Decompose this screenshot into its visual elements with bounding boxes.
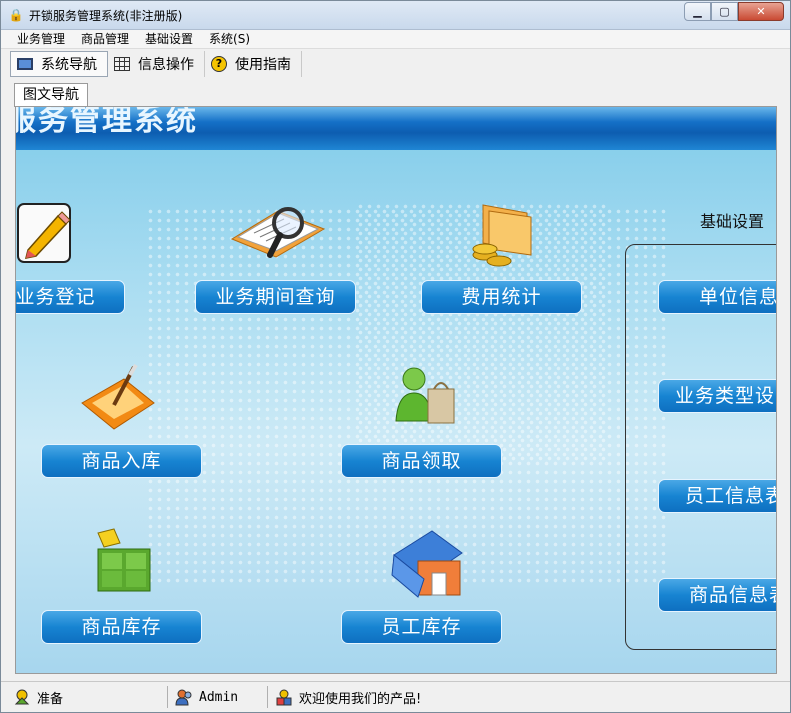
business-type-settings-button[interactable]: 业务类型设: [658, 379, 776, 413]
menu-business[interactable]: 业务管理: [9, 30, 73, 48]
user-icon: [175, 689, 192, 706]
business-register-button[interactable]: 业务登记: [16, 280, 125, 314]
menu-bar: 业务管理 商品管理 基础设置 系统(S): [1, 30, 790, 49]
edit-document-icon[interactable]: [15, 200, 76, 266]
status-separator: [167, 686, 168, 708]
staff-inventory-button[interactable]: 员工库存: [341, 610, 502, 644]
minimize-button[interactable]: ▁: [684, 2, 711, 21]
tab-graphic-nav[interactable]: 图文导航: [14, 83, 88, 107]
magnifier-report-icon[interactable]: [228, 199, 328, 261]
toolbar: 系统导航 信息操作 ? 使用指南: [1, 49, 790, 79]
status-ready: 准备: [13, 684, 63, 710]
menu-system[interactable]: 系统(S): [201, 30, 258, 48]
banner: 服务管理系统: [16, 107, 776, 150]
user-guide-label: 使用指南: [235, 57, 291, 73]
welcome-icon: [276, 689, 292, 706]
system-nav-label: 系统导航: [41, 57, 97, 73]
monitor-icon: [17, 58, 33, 70]
status-welcome: 欢迎使用我们的产品!: [275, 684, 421, 710]
system-nav-button[interactable]: 系统导航: [10, 51, 108, 77]
goods-inventory-button[interactable]: 商品库存: [41, 610, 202, 644]
status-user-text: Admin: [199, 689, 239, 705]
grid-icon: [114, 57, 130, 71]
menu-basic-settings[interactable]: 基础设置: [137, 30, 201, 48]
info-operation-label: 信息操作: [138, 57, 194, 73]
status-bar: 准备 Admin 欢迎使用我们的产品!: [1, 681, 790, 712]
maximize-button[interactable]: ▢: [711, 2, 738, 21]
app-icon: 🔒: [8, 8, 24, 22]
inventory-blocks-icon[interactable]: [94, 527, 158, 597]
staff-info-button[interactable]: 员工信息表: [658, 479, 776, 513]
stock-in-icon[interactable]: [78, 363, 158, 435]
info-operation-button[interactable]: 信息操作: [108, 51, 205, 77]
business-period-query-button[interactable]: 业务期间查询: [195, 280, 356, 314]
house-icon[interactable]: [388, 527, 468, 599]
status-ready-text: 准备: [37, 691, 64, 707]
goods-receive-button[interactable]: 商品领取: [341, 444, 502, 478]
window-controls: ▁ ▢ ✕: [684, 2, 784, 21]
fee-statistics-button[interactable]: 费用统计: [421, 280, 582, 314]
title-bar: 🔒 开锁服务管理系统(非注册版) ▁ ▢ ✕: [1, 1, 790, 30]
graphic-nav-panel: 服务管理系统 业务登记 业务期间查询 费用统计 商品入库 商品领取 商品库存 员…: [15, 106, 777, 674]
help-icon: ?: [211, 56, 227, 72]
ready-icon: [14, 689, 30, 705]
app-window: 🔒 开锁服务管理系统(非注册版) ▁ ▢ ✕ 业务管理 商品管理 基础设置 系统…: [0, 0, 791, 713]
goods-info-button[interactable]: 商品信息表: [658, 578, 776, 612]
basic-settings-title: 基础设置: [700, 212, 765, 231]
folder-coins-icon[interactable]: [469, 199, 541, 269]
banner-title: 服务管理系统: [16, 107, 198, 138]
status-separator: [267, 686, 268, 708]
close-button[interactable]: ✕: [738, 2, 784, 21]
menu-goods[interactable]: 商品管理: [73, 30, 137, 48]
user-bag-icon[interactable]: [392, 363, 462, 435]
user-guide-button[interactable]: ? 使用指南: [205, 51, 302, 77]
status-user: Admin: [175, 684, 238, 710]
goods-stock-in-button[interactable]: 商品入库: [41, 444, 202, 478]
tab-strip: 图文导航: [1, 79, 790, 107]
unit-info-button[interactable]: 单位信息: [658, 280, 776, 314]
window-title: 开锁服务管理系统(非注册版): [29, 9, 183, 23]
status-welcome-text: 欢迎使用我们的产品!: [299, 691, 422, 707]
